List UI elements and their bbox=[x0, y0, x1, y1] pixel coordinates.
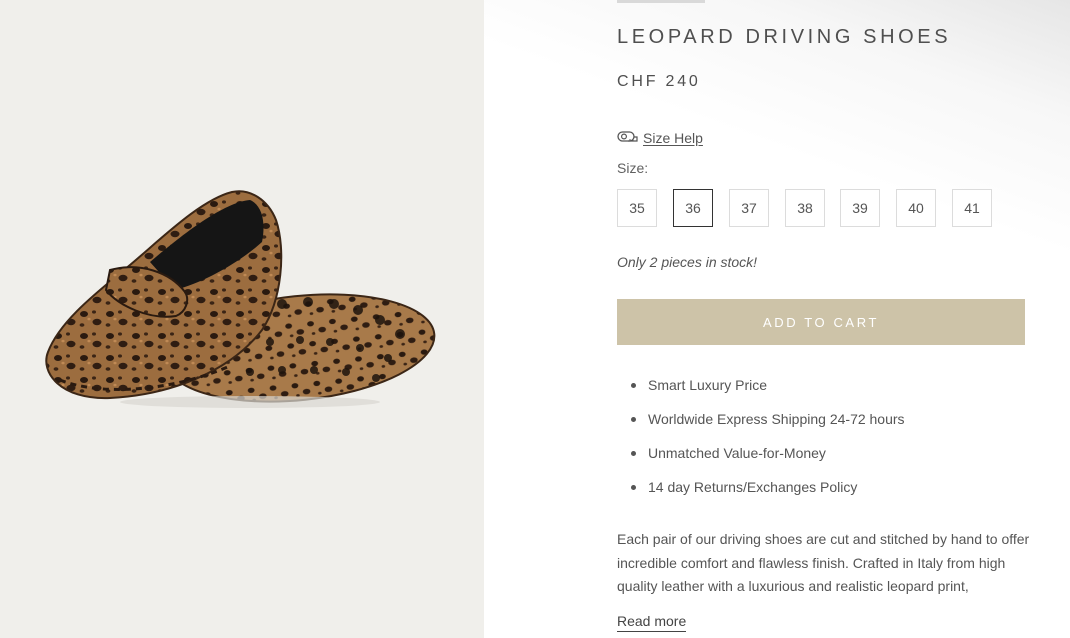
size-option-37[interactable]: 37 bbox=[729, 189, 769, 227]
product-price: CHF 240 bbox=[617, 73, 701, 90]
size-option-41[interactable]: 41 bbox=[952, 189, 992, 227]
ruler-tape-icon bbox=[617, 129, 638, 148]
size-option-36[interactable]: 36 bbox=[673, 189, 713, 227]
size-option-40[interactable]: 40 bbox=[896, 189, 936, 227]
size-help-label[interactable]: Size Help bbox=[643, 130, 703, 146]
add-to-cart-button[interactable]: ADD TO CART bbox=[617, 299, 1025, 345]
feature-list: Smart Luxury Price Worldwide Express Shi… bbox=[617, 376, 905, 512]
size-label: Size: bbox=[617, 160, 649, 176]
size-option-38[interactable]: 38 bbox=[785, 189, 825, 227]
read-more-link[interactable]: Read more bbox=[617, 613, 687, 632]
size-option-35[interactable]: 35 bbox=[617, 189, 657, 227]
feature-item: Worldwide Express Shipping 24-72 hours bbox=[617, 410, 905, 444]
size-option-39[interactable]: 39 bbox=[840, 189, 880, 227]
product-image bbox=[45, 190, 436, 408]
product-description: Each pair of our driving shoes are cut a… bbox=[617, 531, 1030, 594]
breadcrumb-remnant bbox=[617, 0, 705, 3]
feature-item: Unmatched Value-for-Money bbox=[617, 444, 905, 478]
stock-message: Only 2 pieces in stock! bbox=[617, 254, 758, 270]
product-title: LEOPARD DRIVING SHOES bbox=[617, 26, 952, 48]
feature-item: 14 day Returns/Exchanges Policy bbox=[617, 478, 905, 512]
feature-item: Smart Luxury Price bbox=[617, 376, 905, 410]
product-image-panel bbox=[0, 0, 484, 638]
size-help-link[interactable]: Size Help bbox=[617, 129, 703, 147]
